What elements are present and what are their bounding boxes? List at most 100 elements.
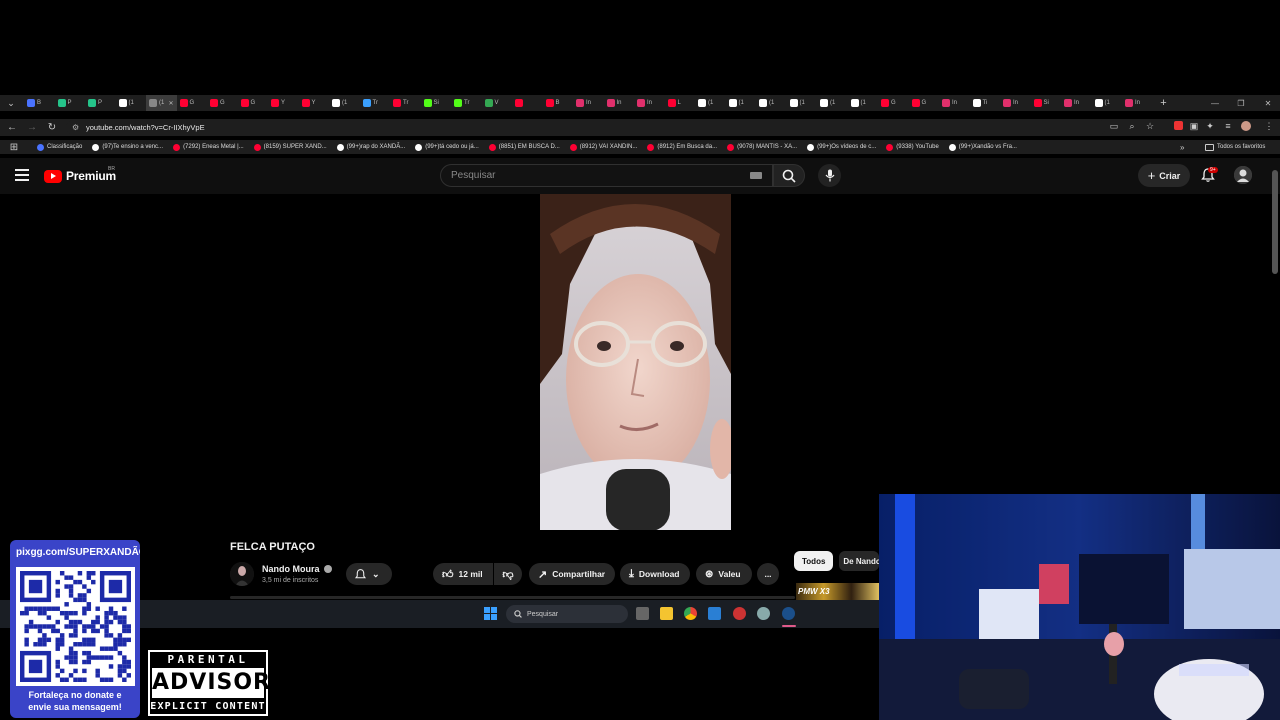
chrome-icon[interactable] <box>684 607 697 620</box>
back-icon[interactable]: ← <box>2 122 22 133</box>
extensions-icon[interactable]: ✦ <box>1203 121 1217 133</box>
browser-tab[interactable]: (1 <box>787 95 818 111</box>
bookmark-item[interactable]: (99+)rap do XANDÃ... <box>332 143 411 151</box>
more-bookmarks-icon[interactable]: » <box>1180 143 1184 152</box>
browser-tab[interactable]: B <box>543 95 574 111</box>
minimize-icon[interactable]: — <box>1203 95 1227 111</box>
browser-tab[interactable]: B <box>24 95 55 111</box>
apps-icon[interactable]: ⊞ <box>4 142 24 153</box>
bookmark-item[interactable]: (8912) Em Busca da... <box>642 143 722 151</box>
channel-avatar[interactable] <box>230 562 254 586</box>
restore-icon[interactable]: ❐ <box>1229 95 1253 111</box>
extension-grey-icon[interactable]: ▣ <box>1187 121 1201 133</box>
browser-tab[interactable]: In <box>634 95 665 111</box>
subscribed-bell-button[interactable]: ⌄ <box>346 563 392 585</box>
bookmark-item[interactable]: (99+)Xandão vs Fra... <box>944 143 1022 151</box>
bookmark-item[interactable]: (7292) Eneas Metal |... <box>168 143 249 151</box>
browser-tab[interactable]: In <box>604 95 635 111</box>
steam-icon[interactable] <box>782 607 795 620</box>
like-button[interactable]: 👍︎ 12 mil <box>433 563 493 585</box>
create-button[interactable]: + Criar <box>1138 164 1190 187</box>
browser-tab[interactable] <box>512 95 543 111</box>
bookmark-item[interactable]: (8912) VAI XANDIN... <box>565 143 643 151</box>
voice-search-button[interactable] <box>818 164 841 187</box>
app-blue-icon[interactable] <box>708 607 721 620</box>
file-explorer-icon[interactable] <box>660 607 673 620</box>
browser-tab[interactable]: Si <box>1031 95 1062 111</box>
bookmark-star-icon[interactable]: ☆ <box>1143 121 1157 133</box>
more-actions-button[interactable]: ... <box>757 563 779 585</box>
keyboard-icon[interactable] <box>750 172 762 179</box>
bookmark-item[interactable]: (99+)tá cedo ou já... <box>410 143 484 151</box>
bookmark-item[interactable]: (8159) SUPER XAND... <box>249 143 332 151</box>
browser-tab[interactable]: V <box>482 95 513 111</box>
profile-icon[interactable] <box>1239 121 1253 133</box>
search-button[interactable] <box>773 164 805 187</box>
browser-tab[interactable]: G <box>207 95 238 111</box>
bookmark-item[interactable]: (9078) MANTIS - XA... <box>722 143 802 151</box>
search-input[interactable]: Pesquisar <box>440 164 773 187</box>
chip-all[interactable]: Todos <box>794 551 834 571</box>
bookmark-item[interactable]: (99+)Os vídeos de c... <box>802 143 881 151</box>
browser-tab[interactable]: P <box>55 95 86 111</box>
browser-tab[interactable]: Tr <box>390 95 421 111</box>
browser-tab[interactable]: (1 <box>1092 95 1123 111</box>
new-tab-button[interactable]: + <box>1157 96 1171 110</box>
browser-tab[interactable]: G <box>238 95 269 111</box>
close-window-icon[interactable]: ✕ <box>1256 95 1280 111</box>
browser-tab[interactable]: (1 <box>329 95 360 111</box>
taskbar-search[interactable]: Pesquisar <box>506 605 628 623</box>
browser-tab[interactable]: Ti <box>970 95 1001 111</box>
bookmark-item[interactable]: (9338) YouTube <box>881 143 943 151</box>
task-view-icon[interactable] <box>636 607 649 620</box>
browser-tab[interactable]: Y <box>268 95 299 111</box>
bookmark-item[interactable]: Classificação <box>32 143 87 151</box>
reload-icon[interactable]: ↻ <box>42 122 62 133</box>
browser-tab[interactable]: G <box>909 95 940 111</box>
video-player[interactable] <box>540 194 731 530</box>
browser-menu-icon[interactable]: ⋮ <box>1262 121 1276 133</box>
browser-tab[interactable]: Tr <box>451 95 482 111</box>
bookmark-item[interactable]: (97)Te ensino a venc... <box>87 143 168 151</box>
browser-tab[interactable]: Si <box>421 95 452 111</box>
browser-tab[interactable]: (1 <box>695 95 726 111</box>
browser-tab[interactable]: (1 <box>116 95 147 111</box>
browser-tab[interactable]: (1 <box>817 95 848 111</box>
forward-icon[interactable]: → <box>22 122 42 133</box>
dislike-button[interactable]: 👎︎ <box>494 563 522 585</box>
browser-tab[interactable]: L <box>665 95 696 111</box>
browser-tab[interactable]: (1 <box>848 95 879 111</box>
browser-tab[interactable]: (1 <box>726 95 757 111</box>
browser-tab[interactable]: P <box>85 95 116 111</box>
tab-search-icon[interactable]: ⌄ <box>4 96 18 110</box>
browser-tab[interactable]: Tr <box>360 95 391 111</box>
chip-from-channel[interactable]: De Nando <box>839 551 880 571</box>
extension-red-icon[interactable] <box>1171 121 1185 133</box>
zoom-icon[interactable]: ⌕ <box>1125 121 1139 133</box>
address-bar[interactable]: ⚙ youtube.com/watch?v=Cr-IIXhyVpE <box>66 120 1106 135</box>
download-button[interactable]: ⤓ Download <box>620 563 690 585</box>
account-avatar[interactable] <box>1234 166 1252 184</box>
all-bookmarks[interactable]: Todos os favoritos <box>1205 143 1265 151</box>
share-button[interactable]: ↗ Compartilhar <box>529 563 615 585</box>
close-tab-icon[interactable]: ✕ <box>168 100 173 107</box>
page-scrollbar[interactable] <box>1272 170 1278 274</box>
browser-tab[interactable]: G <box>878 95 909 111</box>
browser-tab[interactable]: Y <box>299 95 330 111</box>
app-red-icon[interactable] <box>733 607 746 620</box>
youtube-premium-logo[interactable]: Premium <box>44 169 116 183</box>
site-info-icon[interactable]: ⚙ <box>72 123 79 132</box>
browser-tab[interactable]: In <box>1000 95 1031 111</box>
hamburger-menu-icon[interactable] <box>15 169 29 181</box>
thanks-button[interactable]: ⊛ Valeu <box>696 563 752 585</box>
bookmark-item[interactable]: (8851) EM BUSCA D... <box>484 143 565 151</box>
browser-tab[interactable]: In <box>1061 95 1092 111</box>
related-video-thumbnail[interactable]: PMW X3 <box>796 583 879 601</box>
browser-tab[interactable]: In <box>1122 95 1153 111</box>
browser-tab[interactable]: In <box>939 95 970 111</box>
install-app-icon[interactable]: ▭ <box>1107 121 1121 133</box>
browser-tab[interactable]: (1 <box>756 95 787 111</box>
browser-tab[interactable]: In <box>573 95 604 111</box>
windows-start-icon[interactable] <box>484 607 497 620</box>
browser-tab[interactable]: (1 ✕ <box>146 95 177 111</box>
